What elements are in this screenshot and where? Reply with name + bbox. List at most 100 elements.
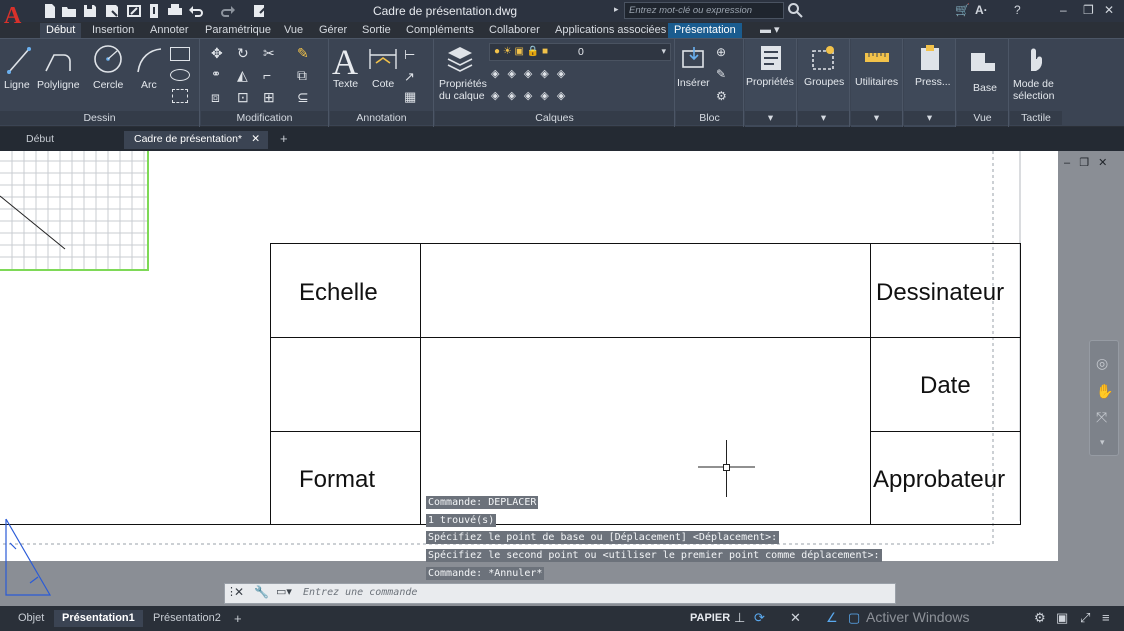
linear-dim-icon[interactable]: ⊢	[404, 47, 415, 63]
command-input[interactable]: Entrez une commande	[303, 587, 417, 598]
move-icon[interactable]: ✥	[211, 45, 223, 62]
panel-groupes-expand-icon[interactable]: ▾	[798, 111, 849, 125]
tool-label-proprietes-calque-1[interactable]: Propriétés	[439, 78, 487, 90]
grid-viewport[interactable]	[0, 151, 149, 271]
panel-title-tactile[interactable]: Tactile	[1010, 111, 1062, 125]
polar-tracking-icon[interactable]: ✕	[790, 610, 806, 626]
layer-dropdown[interactable]: ● ☀ ▣ 🔒 ■ 0 ▾	[489, 43, 671, 61]
customize-menu-icon[interactable]: ≡	[1102, 610, 1118, 626]
layout-tab-objet[interactable]: Objet	[10, 610, 52, 627]
line-tool-icon[interactable]	[6, 45, 32, 75]
viewport-minimize-icon[interactable]: –	[1064, 157, 1070, 169]
layout-tab-presentation1[interactable]: Présentation1	[54, 610, 143, 627]
explode-icon[interactable]: ⧉	[297, 67, 307, 84]
tool-label-cote[interactable]: Cote	[372, 78, 394, 90]
text-tool-icon[interactable]: A	[332, 41, 358, 83]
file-tab-debut[interactable]: Début	[16, 131, 64, 149]
rotate-icon[interactable]: ↻	[237, 45, 249, 62]
restore-icon[interactable]: ❐	[1083, 3, 1094, 17]
tool-label-proprietes-calque-2[interactable]: du calque	[439, 90, 485, 102]
erase-icon[interactable]: ✎	[297, 45, 309, 62]
nav-expand-icon[interactable]: ▾	[1100, 437, 1105, 448]
tab-sortie[interactable]: Sortie	[356, 23, 397, 38]
tab-debut[interactable]: Début	[40, 23, 82, 38]
panel-proprietes-expand-icon[interactable]: ▾	[745, 111, 796, 125]
dimension-tool-icon[interactable]	[368, 45, 398, 73]
mirror-icon[interactable]: ◭	[237, 67, 248, 84]
hatch-tool-icon[interactable]	[172, 89, 188, 103]
tool-label-selection[interactable]: sélection	[1013, 90, 1054, 102]
undo-icon[interactable]	[188, 3, 204, 19]
copy-icon[interactable]: ⚭	[211, 67, 221, 81]
redo-icon[interactable]	[220, 3, 236, 19]
panel-title-dessin[interactable]: Dessin	[0, 111, 199, 125]
annotation-scale-icon[interactable]: ⚙	[1034, 610, 1050, 626]
panel-proprietes[interactable]: Propriétés ▾	[745, 39, 797, 127]
recent-commands-icon[interactable]: ▭▾	[276, 585, 292, 598]
add-layout-icon[interactable]: +	[226, 610, 250, 627]
viewport-close-icon[interactable]: ✕	[1098, 157, 1107, 169]
close-tab-icon[interactable]: ✕	[251, 131, 260, 147]
space-toggle[interactable]: PAPIER	[690, 612, 730, 624]
open-folder-icon[interactable]	[61, 3, 77, 19]
file-tab-cadre[interactable]: Cadre de présentation* ✕	[124, 131, 268, 149]
fullscreen-icon[interactable]: ⤢	[1080, 610, 1096, 626]
minimize-icon[interactable]: –	[1060, 3, 1067, 17]
save-as-icon[interactable]	[104, 3, 120, 19]
layer-properties-icon[interactable]	[445, 43, 475, 75]
search-icon[interactable]	[787, 2, 803, 18]
panel-title-vue[interactable]: Vue	[957, 111, 1008, 125]
osnap-icon[interactable]: ∠	[826, 610, 842, 626]
pan-hand-icon[interactable]: ✋	[1096, 383, 1113, 400]
tab-parametrique[interactable]: Paramétrique	[199, 23, 277, 38]
object-tracking-icon[interactable]: ▢	[848, 610, 864, 626]
new-tab-icon[interactable]: +	[270, 131, 298, 149]
edit-block-icon[interactable]: ✎	[716, 67, 726, 81]
tab-overflow-icon[interactable]: ▬ ▾	[754, 23, 784, 38]
fillet-icon[interactable]: ⌐	[263, 67, 271, 83]
search-input[interactable]: Entrez mot-clé ou expression	[624, 2, 784, 19]
web-save-icon[interactable]	[146, 3, 162, 19]
tool-label-base[interactable]: Base	[973, 82, 997, 94]
tab-vue[interactable]: Vue	[278, 23, 309, 38]
customize-wrench-icon[interactable]: 🔧	[254, 585, 269, 599]
tool-label-mode-de[interactable]: Mode de	[1013, 78, 1054, 90]
panel-title-modification[interactable]: Modification	[201, 111, 328, 125]
panel-title-bloc[interactable]: Bloc	[676, 111, 743, 125]
tab-insertion[interactable]: Insertion	[86, 23, 140, 38]
ortho-icon[interactable]: ⟳	[754, 610, 770, 626]
ellipse-tool-icon[interactable]	[170, 69, 190, 81]
tab-collaborer[interactable]: Collaborer	[483, 23, 546, 38]
cell-echelle[interactable]: Echelle	[299, 279, 378, 307]
tab-presentation[interactable]: Présentation	[668, 23, 742, 38]
help-icon[interactable]: ?	[1014, 3, 1021, 17]
layer-tools-row2-icon[interactable]: ◈◈◈◈◈	[491, 89, 573, 102]
scale-icon[interactable]: ⊡	[237, 89, 249, 106]
share-icon[interactable]	[252, 3, 268, 19]
close-icon[interactable]: ✕	[1104, 3, 1114, 17]
zoom-icon[interactable]: ⤧	[1096, 409, 1107, 426]
stretch-icon[interactable]: ⧈	[211, 89, 220, 106]
grid-snap-icon[interactable]: ⊥	[734, 610, 750, 626]
web-open-icon[interactable]	[126, 3, 142, 19]
tool-label-cercle[interactable]: Cercle	[93, 79, 123, 91]
panel-utilitaires[interactable]: Utilitaires ▾	[851, 39, 903, 127]
tool-label-arc[interactable]: Arc	[141, 79, 157, 91]
panel-groupes[interactable]: Groupes ▾	[798, 39, 850, 127]
array-icon[interactable]: ⊞	[263, 89, 275, 106]
tool-label-ligne[interactable]: Ligne	[4, 79, 30, 91]
tab-annoter[interactable]: Annoter	[144, 23, 195, 38]
trim-icon[interactable]: ✂	[263, 45, 275, 62]
insert-block-icon[interactable]	[680, 45, 710, 73]
circle-tool-icon[interactable]	[92, 43, 124, 75]
tab-gerer[interactable]: Gérer	[313, 23, 353, 38]
viewport-restore-icon[interactable]: ❐	[1079, 157, 1089, 169]
tab-complements[interactable]: Compléments	[400, 23, 480, 38]
leader-icon[interactable]: ↗	[404, 69, 415, 85]
autocad-logo-icon[interactable]: A	[4, 2, 30, 30]
command-close-icon[interactable]: ✕	[234, 585, 244, 599]
base-view-icon[interactable]	[969, 51, 997, 73]
create-block-icon[interactable]: ⊕	[716, 45, 726, 59]
layout-tab-presentation2[interactable]: Présentation2	[145, 610, 229, 627]
panel-title-calques[interactable]: Calques	[435, 111, 674, 125]
